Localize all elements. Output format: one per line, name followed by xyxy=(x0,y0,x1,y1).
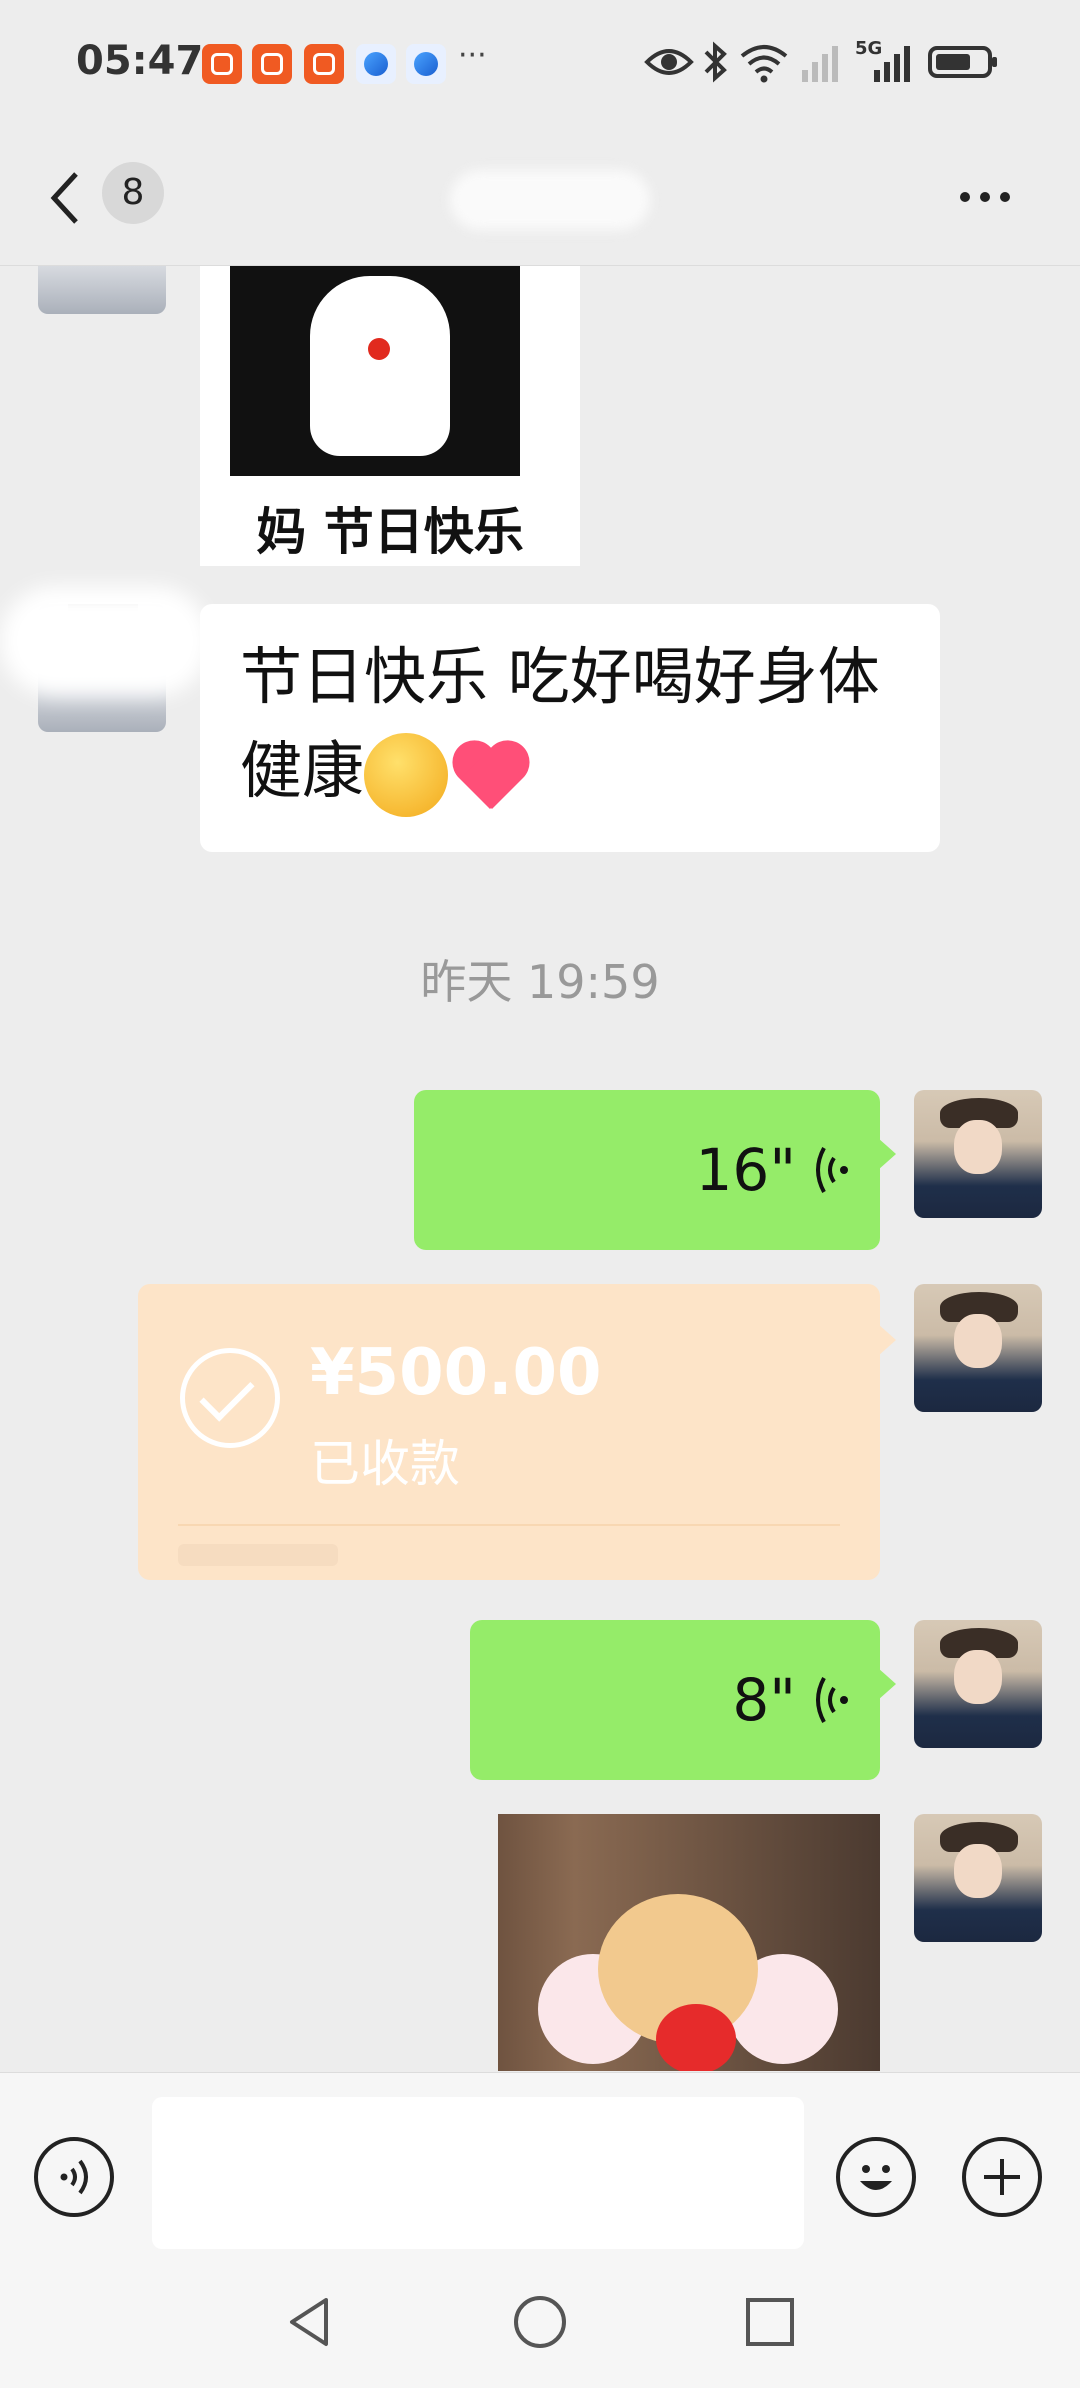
transfer-card[interactable]: ¥500.00 已收款 xyxy=(138,1284,896,1580)
text-message-bubble[interactable]: 节日快乐 吃好喝好身体健康 xyxy=(200,604,940,852)
sticker-message[interactable]: 妈 节日快乐 xyxy=(200,266,580,566)
signal-icon-sim1 xyxy=(802,46,838,82)
divider xyxy=(178,1524,840,1526)
more-notifications-icon: ··· xyxy=(458,38,487,73)
message-list[interactable]: 妈 节日快乐 节日快乐 吃好喝好身体健康 昨天 19:59 16" ¥500.0… xyxy=(0,266,1080,2071)
transfer-status: 已收款 xyxy=(310,1435,460,1493)
voice-message-bubble[interactable]: 8" xyxy=(470,1620,896,1780)
battery-icon xyxy=(928,46,997,78)
my-avatar[interactable] xyxy=(914,1814,1042,1942)
wifi-icon xyxy=(740,45,788,83)
voice-message-bubble[interactable]: 16" xyxy=(414,1090,896,1250)
signal-icon-sim2 xyxy=(874,46,910,82)
more-options-button[interactable] xyxy=(950,178,1020,218)
more-dot xyxy=(980,192,990,202)
sticker-caption: 妈 节日快乐 xyxy=(256,503,524,561)
bear-sticker-message[interactable] xyxy=(498,1814,880,2071)
nav-back-icon[interactable] xyxy=(280,2292,340,2352)
avatar-face xyxy=(954,1120,1002,1174)
avatar-face xyxy=(954,1650,1002,1704)
voice-duration: 8" xyxy=(732,1666,796,1734)
emoji-icon xyxy=(860,2165,892,2190)
transfer-amount: ¥500.00 xyxy=(310,1336,602,1410)
avatar-face xyxy=(954,1314,1002,1368)
eye-icon xyxy=(644,49,694,75)
status-time: 05:47 xyxy=(76,38,204,84)
status-bar: 05:47 ··· 5G xyxy=(0,0,1080,130)
chat-title-redacted xyxy=(450,170,650,230)
redaction-blur xyxy=(0,586,210,696)
browser-app-icon xyxy=(406,44,446,84)
voice-duration: 16" xyxy=(695,1136,796,1204)
input-bar xyxy=(0,2072,1080,2253)
thinking-face-emoji-icon xyxy=(364,732,449,817)
message-text: 节日快乐 吃好喝好身体健康 xyxy=(240,640,880,807)
heart-emoji-icon xyxy=(448,733,532,817)
emoji-button[interactable] xyxy=(836,2137,916,2217)
message-timestamp: 昨天 19:59 xyxy=(420,955,660,1009)
heart-icon xyxy=(656,2004,736,2071)
voice-icon xyxy=(60,2159,88,2195)
voice-mode-button[interactable] xyxy=(34,2137,114,2217)
chat-header: 8 xyxy=(0,130,1080,266)
kuaishou-app-icon xyxy=(202,44,242,84)
sticker-cat xyxy=(310,276,450,456)
transfer-footer xyxy=(178,1544,338,1566)
bluetooth-icon xyxy=(704,41,727,83)
nav-recents-icon[interactable] xyxy=(740,2292,800,2352)
browser-app-icon xyxy=(356,44,396,84)
message-input[interactable] xyxy=(152,2097,804,2249)
kuaishou-app-icon xyxy=(304,44,344,84)
avatar-face xyxy=(954,1844,1002,1898)
kuaishou-lite-app-icon xyxy=(252,44,292,84)
voice-wave-icon xyxy=(816,1147,848,1193)
nav-home-icon[interactable] xyxy=(510,2292,570,2352)
system-nav-bar xyxy=(0,2252,1080,2388)
chevron-left-icon xyxy=(50,172,78,224)
voice-wave-icon xyxy=(816,1677,848,1723)
more-horizontal-icon xyxy=(960,192,970,202)
check-circle-icon xyxy=(180,1348,280,1448)
my-avatar[interactable] xyxy=(914,1090,1042,1218)
unread-count-badge: 8 xyxy=(102,162,164,224)
plus-icon xyxy=(984,2159,1020,2195)
flower-icon xyxy=(368,338,390,360)
more-features-button[interactable] xyxy=(962,2137,1042,2217)
more-dot xyxy=(1000,192,1010,202)
my-avatar[interactable] xyxy=(914,1284,1042,1412)
my-avatar[interactable] xyxy=(914,1620,1042,1748)
contact-avatar[interactable] xyxy=(38,266,166,314)
